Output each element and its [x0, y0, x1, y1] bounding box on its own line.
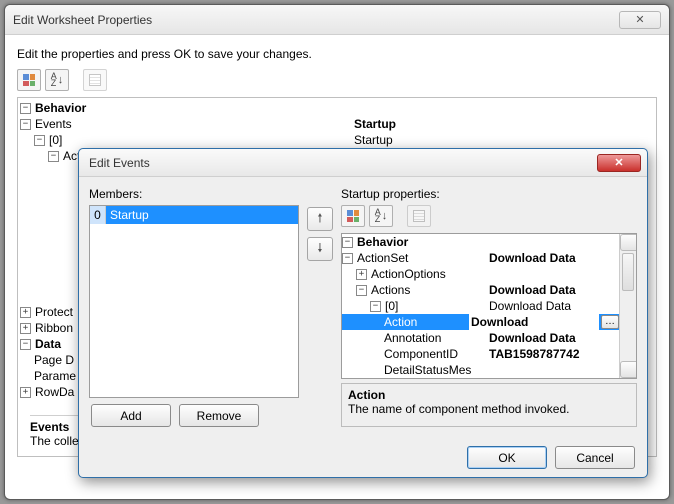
- move-up-button[interactable]: 🠕: [307, 207, 333, 231]
- collapse-toggle[interactable]: −: [356, 285, 367, 296]
- prop-action: Action: [384, 314, 469, 330]
- prop-actions-0[interactable]: [0]: [385, 298, 489, 314]
- scrollbar[interactable]: ▲ ▼: [619, 234, 636, 378]
- collapse-toggle[interactable]: −: [48, 151, 59, 162]
- member-index: 0: [90, 206, 106, 224]
- help-text: The name of component method invoked.: [348, 402, 630, 416]
- page-icon: [413, 210, 425, 222]
- expand-toggle[interactable]: +: [356, 269, 367, 280]
- collapse-toggle[interactable]: −: [20, 103, 31, 114]
- member-item[interactable]: 0 Startup: [90, 206, 298, 224]
- category-behavior: Behavior: [357, 234, 619, 250]
- category-behavior: Behavior: [35, 100, 654, 116]
- member-name: Startup: [106, 208, 149, 222]
- titlebar: Edit Worksheet Properties ✕: [5, 5, 669, 35]
- collapse-toggle[interactable]: −: [370, 301, 381, 312]
- arrow-up-icon: 🠕: [317, 209, 322, 230]
- prop-actionoptions[interactable]: ActionOptions: [371, 266, 619, 282]
- prop-componentid[interactable]: ComponentID: [384, 346, 489, 362]
- add-label: Add: [120, 409, 141, 423]
- modal-close-button[interactable]: ✕: [597, 154, 641, 172]
- property-toolbar: AZ↓: [17, 69, 657, 91]
- prop-events-0[interactable]: [0]: [49, 132, 354, 148]
- ok-button[interactable]: OK: [467, 446, 547, 469]
- ok-label: OK: [498, 451, 515, 465]
- prop-events-0-value: Startup: [354, 132, 654, 148]
- close-button[interactable]: ✕: [619, 11, 661, 29]
- collapse-toggle[interactable]: −: [20, 119, 31, 130]
- collapse-toggle[interactable]: −: [34, 135, 45, 146]
- modal-property-toolbar: AZ↓: [341, 205, 637, 227]
- members-label: Members:: [89, 187, 299, 201]
- prop-events-value: Startup: [354, 116, 654, 132]
- prop-action-value: Download: [469, 314, 599, 330]
- sort-az-button[interactable]: AZ↓: [45, 69, 69, 91]
- prop-componentid-value: TAB1598787742: [489, 346, 619, 362]
- cancel-label: Cancel: [576, 451, 613, 465]
- grid-icon: [347, 210, 359, 222]
- prop-annotation-value: Download Data: [489, 330, 619, 346]
- categorize-button[interactable]: [17, 69, 41, 91]
- scroll-up-button[interactable]: ▲: [620, 234, 637, 251]
- categorize-button[interactable]: [341, 205, 365, 227]
- sort-az-icon: AZ↓: [375, 209, 388, 223]
- modal-titlebar: Edit Events ✕: [79, 149, 647, 177]
- properties-label: Startup properties:: [341, 187, 637, 201]
- expand-toggle[interactable]: +: [20, 387, 31, 398]
- collapse-toggle[interactable]: −: [342, 237, 353, 248]
- scroll-down-button[interactable]: ▼: [620, 361, 637, 378]
- prop-actionset-value: Download Data: [489, 250, 619, 266]
- add-button[interactable]: Add: [91, 404, 171, 427]
- property-help: Action The name of component method invo…: [341, 383, 637, 427]
- prop-events[interactable]: Events: [35, 116, 354, 132]
- expand-toggle[interactable]: +: [20, 323, 31, 334]
- prop-detailstatus[interactable]: DetailStatusMes: [384, 362, 619, 378]
- prop-annotation[interactable]: Annotation: [384, 330, 489, 346]
- edit-events-dialog: Edit Events ✕ Members: 0 Startup Add Rem…: [78, 148, 648, 478]
- help-title: Action: [348, 388, 630, 402]
- property-grid: −Behavior −ActionSetDownload Data +Actio…: [341, 233, 637, 379]
- close-icon: ✕: [614, 156, 623, 169]
- remove-button[interactable]: Remove: [179, 404, 259, 427]
- close-icon: ✕: [635, 13, 644, 26]
- collapse-toggle[interactable]: −: [342, 253, 353, 264]
- remove-label: Remove: [197, 409, 242, 423]
- move-down-button[interactable]: 🠗: [307, 237, 333, 261]
- property-pages-button[interactable]: [407, 205, 431, 227]
- grid-icon: [23, 74, 35, 86]
- ellipsis-button[interactable]: …: [601, 315, 619, 329]
- cancel-button[interactable]: Cancel: [555, 446, 635, 469]
- prop-action-row[interactable]: Action Download …: [342, 314, 619, 330]
- prop-actions[interactable]: Actions: [371, 282, 489, 298]
- page-icon: [89, 74, 101, 86]
- arrow-down-icon: 🠗: [317, 239, 322, 260]
- property-pages-button[interactable]: [83, 69, 107, 91]
- instruction-text: Edit the properties and press OK to save…: [17, 47, 657, 61]
- prop-actionset[interactable]: ActionSet: [357, 250, 489, 266]
- expand-toggle[interactable]: +: [20, 307, 31, 318]
- scroll-thumb[interactable]: [622, 253, 634, 291]
- collapse-toggle[interactable]: −: [20, 339, 31, 350]
- sort-az-button[interactable]: AZ↓: [369, 205, 393, 227]
- window-title: Edit Worksheet Properties: [13, 13, 619, 27]
- modal-title: Edit Events: [89, 156, 597, 170]
- prop-actions-0-value: Download Data: [489, 298, 619, 314]
- sort-az-icon: AZ↓: [51, 73, 64, 87]
- prop-actions-value: Download Data: [489, 282, 619, 298]
- members-list[interactable]: 0 Startup: [89, 205, 299, 398]
